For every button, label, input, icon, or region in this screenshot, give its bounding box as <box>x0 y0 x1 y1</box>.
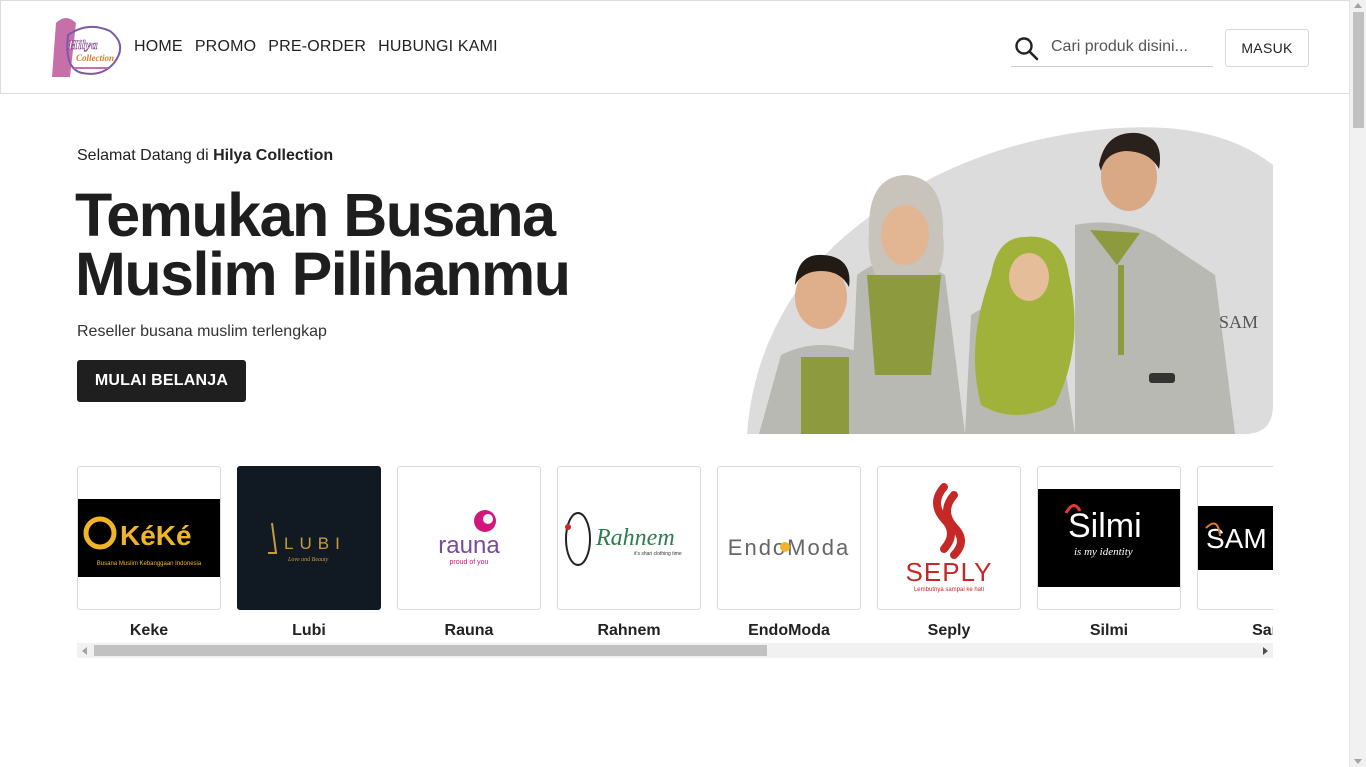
lubi-tagline: Love and Beauty <box>287 557 329 563</box>
seply-wordmark: SEPLY <box>906 557 993 587</box>
scrollbar-thumb[interactable] <box>94 645 767 656</box>
brand-name: Silmi <box>1089 622 1129 639</box>
nav-home[interactable]: HOME <box>134 38 183 56</box>
keke-tagline: Busana Muslim Kebanggaan Indonesia <box>97 561 202 567</box>
brand-carousel: KéKé Busana Muslim Kebanggaan Indonesia … <box>77 466 1273 644</box>
brand-logo-sam: SAM <box>1197 466 1273 610</box>
silmi-wordmark: Silmi <box>1068 507 1142 545</box>
scroll-right-arrow-icon[interactable] <box>1263 647 1268 655</box>
scroll-up-arrow-icon[interactable] <box>1354 3 1362 8</box>
nav-pre-order[interactable]: PRE-ORDER <box>268 38 366 56</box>
hero-title-line-1: Temukan Busana <box>75 181 556 249</box>
brand-logo-rauna: rauna proud of you <box>397 466 541 610</box>
hero-title: Temukan Busana Muslim Pilihanmu <box>75 185 695 305</box>
brand-logo-silmi: Silmi is my identity <box>1037 466 1181 610</box>
logo-word-hilya: Hilya <box>67 37 98 52</box>
welcome-prefix: Selamat Datang di <box>77 147 209 164</box>
brand-card-sam[interactable]: SAM Sam <box>1197 466 1273 640</box>
rahnem-wordmark: Rahnem <box>595 525 675 551</box>
nav-contact[interactable]: HUBUNGI KAMI <box>378 38 498 56</box>
brand-name: EndoModa <box>748 622 830 639</box>
brand-card-rahnem[interactable]: Rahnem it's shari clothing time Rahnem <box>557 466 701 640</box>
page-scrollbar[interactable] <box>1349 0 1366 767</box>
brand-name: Seply <box>927 622 971 639</box>
hilya-collection-logo[interactable]: Hilya Collection <box>48 15 124 81</box>
main-nav: HOME PROMO PRE-ORDER HUBUNGI KAMI <box>134 38 498 56</box>
brand-carousel-scrollbar[interactable] <box>77 643 1273 658</box>
seply-tagline: Lembutnya sampai ke hati <box>914 587 984 593</box>
rauna-tagline: proud of you <box>450 559 489 566</box>
search-input[interactable] <box>1051 38 1209 56</box>
hero-family-photo: SAM <box>747 127 1273 434</box>
rahnem-tagline: it's shari clothing time <box>634 551 682 557</box>
brand-logo-rahnem: Rahnem it's shari clothing time <box>557 466 701 610</box>
rauna-wordmark: rauna <box>438 532 500 559</box>
logo-word-collection: Collection <box>76 53 114 63</box>
hero-subtitle: Reseller busana muslim terlengkap <box>77 323 327 340</box>
keke-wordmark: KéKé <box>120 520 192 551</box>
brand-name: Rauna <box>444 622 494 639</box>
brand-name: Sam <box>1252 622 1273 639</box>
brand-card-endomoda[interactable]: EndoModa EndoModa <box>717 466 861 640</box>
brand-card-silmi[interactable]: Silmi is my identity Silmi <box>1037 466 1181 640</box>
page-scrollbar-thumb[interactable] <box>1353 12 1364 128</box>
brand-name: Keke <box>129 622 169 639</box>
scroll-down-arrow-icon[interactable] <box>1354 759 1362 764</box>
brand-logo-lubi: LUBI Love and Beauty <box>237 466 381 610</box>
search-icon[interactable] <box>1014 36 1040 62</box>
scroll-left-arrow-icon[interactable] <box>82 647 87 655</box>
brand-card-seply[interactable]: SEPLY Lembutnya sampai ke hati Seply <box>877 466 1021 640</box>
sam-wordmark: SAM <box>1206 523 1267 554</box>
brand-card-rauna[interactable]: rauna proud of you Rauna <box>397 466 541 640</box>
lubi-wordmark: LUBI <box>284 534 346 553</box>
brand-logo-endomoda: EndoModa <box>717 466 861 610</box>
shirt-brand-mark: SAM <box>1219 312 1258 332</box>
search-bar <box>1011 28 1213 67</box>
login-button[interactable]: MASUK <box>1225 29 1309 67</box>
brand-name: Lubi <box>292 622 326 639</box>
start-shopping-button[interactable]: MULAI BELANJA <box>77 360 246 402</box>
nav-promo[interactable]: PROMO <box>195 38 256 56</box>
brand-logo-seply: SEPLY Lembutnya sampai ke hati <box>877 466 1021 610</box>
silmi-tagline: is my identity <box>1074 546 1133 558</box>
welcome-brand: Hilya Collection <box>213 147 334 164</box>
brand-card-lubi[interactable]: LUBI Love and Beauty Lubi <box>237 466 381 640</box>
site-header: Hilya Collection HOME PROMO PRE-ORDER HU… <box>0 0 1349 94</box>
brand-card-keke[interactable]: KéKé Busana Muslim Kebanggaan Indonesia … <box>77 466 221 640</box>
welcome-text: Selamat Datang di Hilya Collection <box>77 147 333 165</box>
brand-logo-keke: KéKé Busana Muslim Kebanggaan Indonesia <box>77 466 221 610</box>
brand-name: Rahnem <box>597 622 661 639</box>
hero-title-line-2: Muslim Pilihanmu <box>75 240 571 308</box>
